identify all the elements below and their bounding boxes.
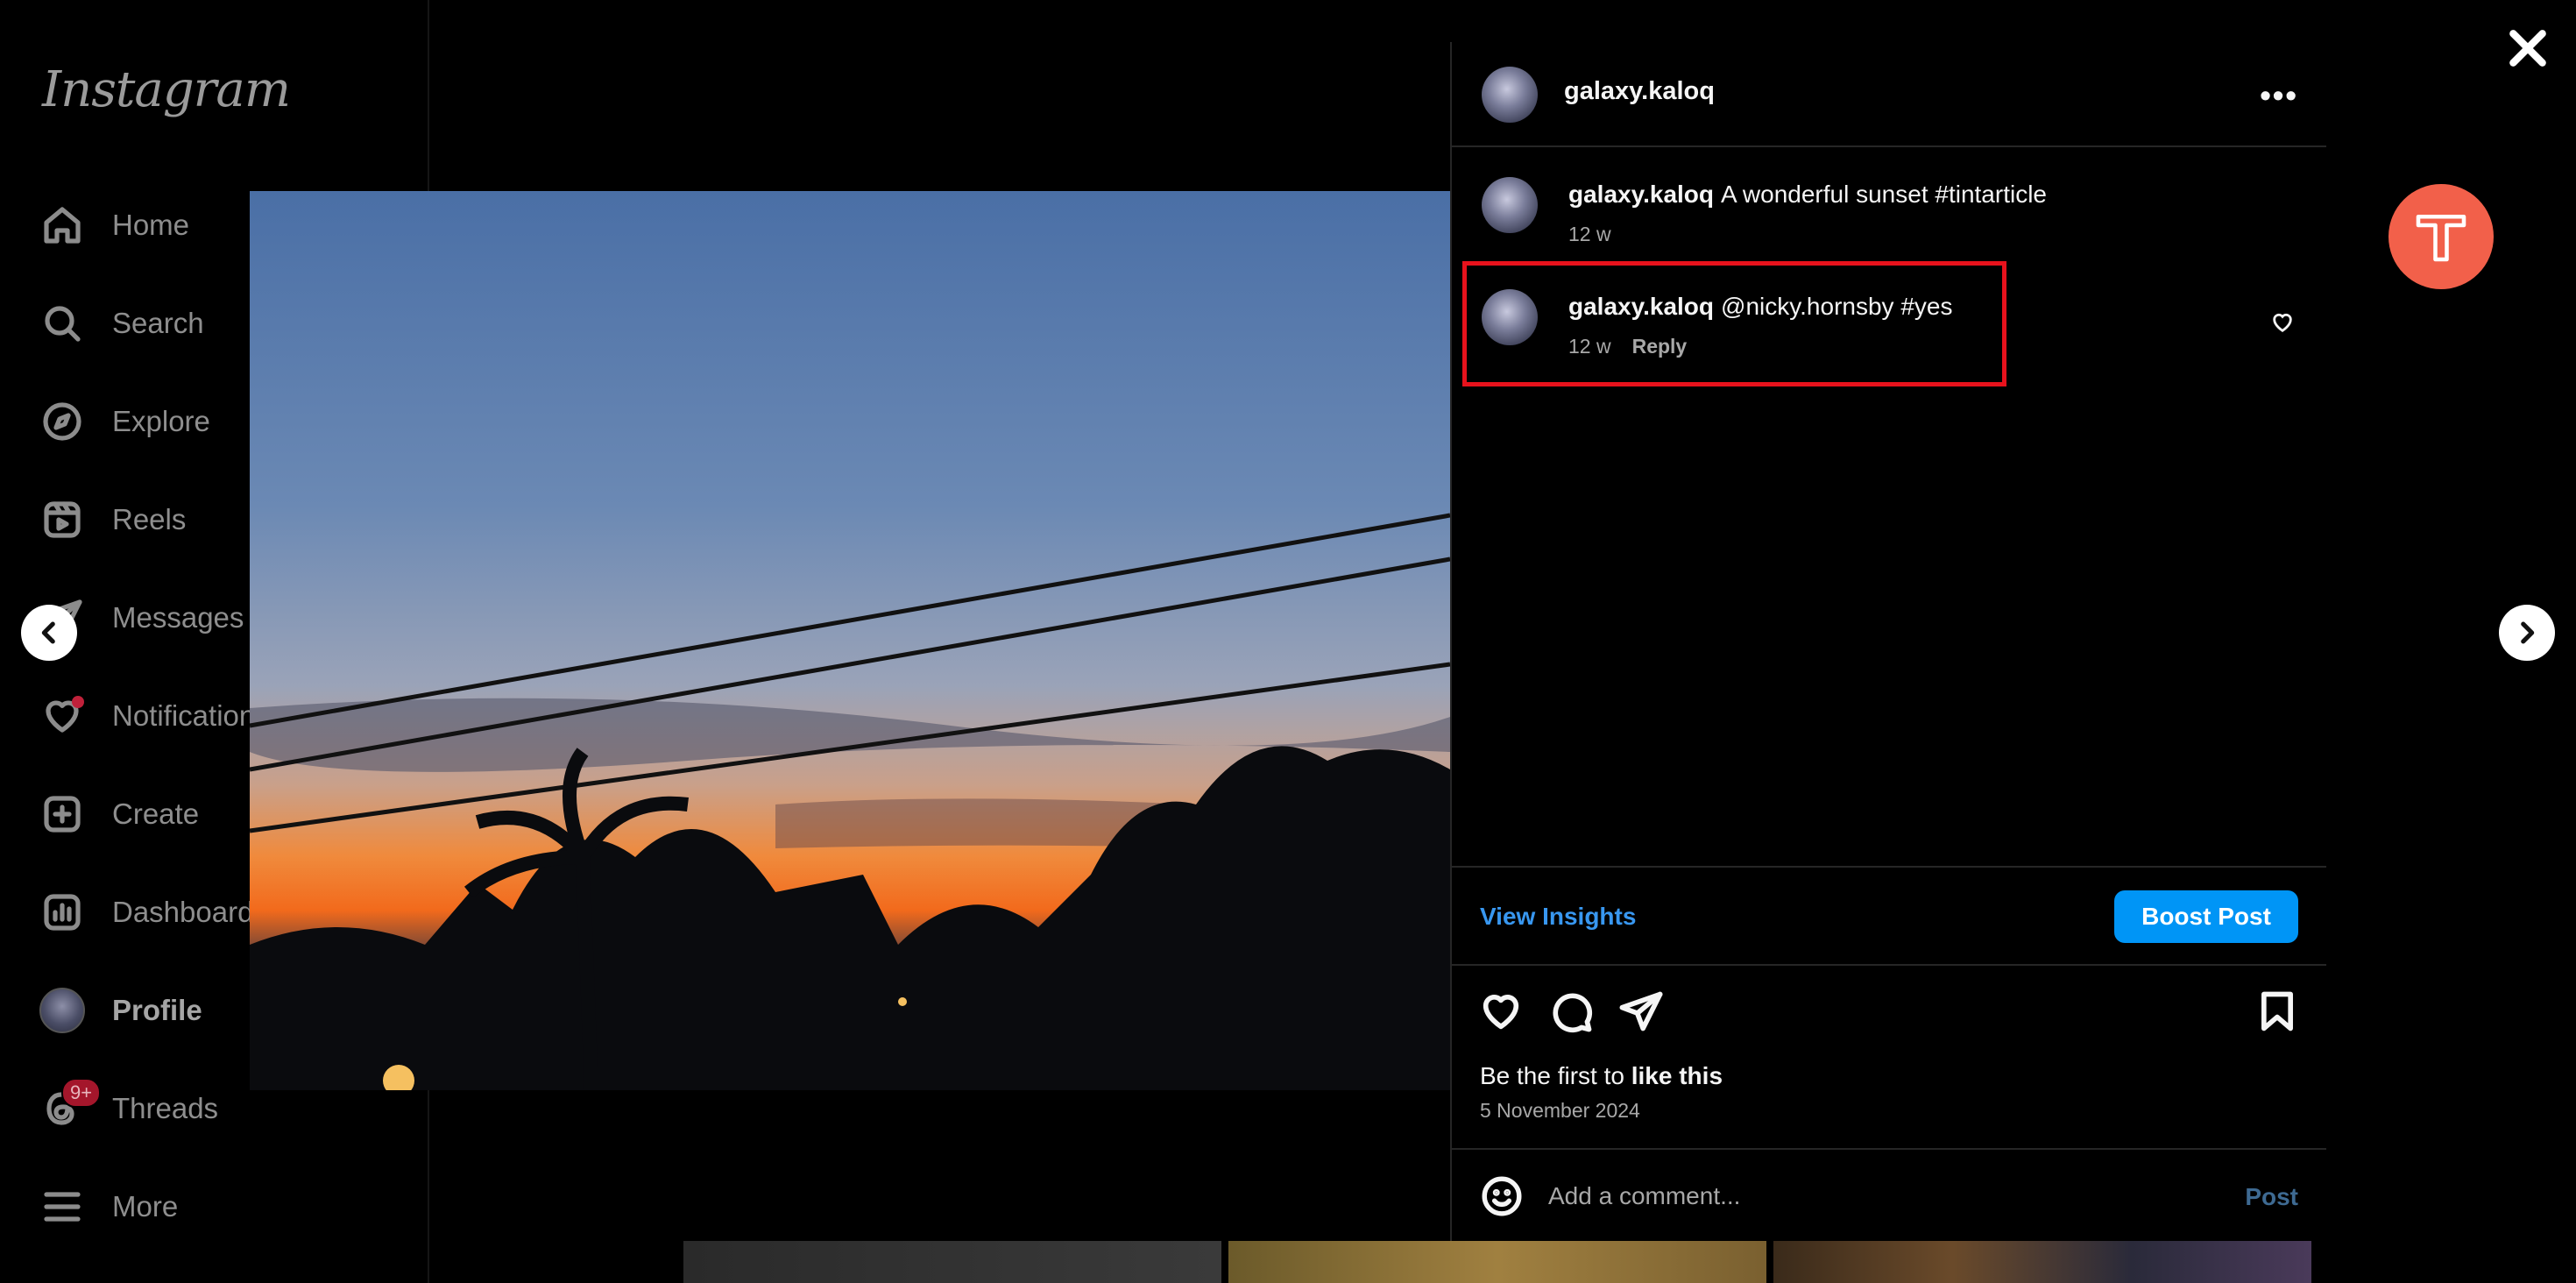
extension-badge-icon[interactable] [2388, 184, 2494, 289]
post-actions [1452, 966, 2326, 1053]
next-post-button[interactable] [2499, 605, 2555, 661]
search-icon [39, 300, 86, 347]
sidebar-item-label: Profile [112, 994, 202, 1026]
caption-body: A wonderful sunset #tintarticle [1721, 181, 2047, 208]
close-icon[interactable] [2506, 26, 2550, 70]
sidebar-item-more[interactable]: More [39, 1176, 424, 1237]
sidebar-item-label: More [112, 1190, 179, 1223]
avatar[interactable] [1482, 177, 1538, 233]
emoji-icon[interactable] [1480, 1174, 1524, 1218]
insights-bar: View Insights Boost Post [1452, 866, 2326, 966]
likes-prefix: Be the first to [1480, 1062, 1624, 1089]
avatar[interactable] [1482, 67, 1538, 123]
boost-post-button[interactable]: Boost Post [2114, 890, 2298, 943]
sidebar-item-label: Reels [112, 503, 187, 535]
post-header: galaxy.kaloq ••• [1452, 42, 2326, 147]
threads-badge: 9+ [61, 1078, 102, 1108]
post-date: 5 November 2024 [1480, 1099, 1640, 1122]
sidebar-item-label: Search [112, 307, 204, 339]
likes-summary: Be the first to like this [1480, 1062, 1723, 1090]
heart-icon [39, 692, 86, 740]
reels-icon [39, 496, 86, 543]
chevron-left-icon [41, 621, 55, 644]
sidebar-item-label: Messages [112, 601, 244, 634]
comment-like-icon[interactable] [2270, 310, 2295, 335]
sidebar-item-label: Create [112, 797, 200, 830]
caption: galaxy.kaloq A wonderful sunset #tintarti… [1452, 177, 2326, 265]
like-icon[interactable] [1478, 989, 1524, 1034]
home-icon [39, 202, 86, 249]
compass-icon [39, 398, 86, 445]
sidebar-item-label: Home [112, 209, 190, 241]
feed-thumbnail[interactable] [1228, 1241, 1766, 1283]
sidebar-item-label: Dashboard [112, 896, 254, 928]
caption-time: 12 w [1568, 223, 1611, 245]
menu-icon [39, 1183, 86, 1230]
view-insights-link[interactable]: View Insights [1480, 903, 1636, 931]
feed-thumbnail[interactable] [1773, 1241, 2311, 1283]
post-author-username[interactable]: galaxy.kaloq [1564, 77, 1715, 106]
highlight-box [1462, 261, 2006, 386]
post-comment-button[interactable]: Post [2245, 1183, 2298, 1211]
sidebar-item-label: Notifications [112, 699, 270, 732]
notification-dot [72, 696, 84, 708]
caption-text: galaxy.kaloq A wonderful sunset #tintarti… [1568, 181, 2047, 209]
comment-icon[interactable] [1548, 989, 1594, 1034]
avatar [39, 987, 86, 1034]
post-details-panel: galaxy.kaloq ••• galaxy.kaloq A wonderful… [1450, 42, 2326, 1241]
save-icon[interactable] [2254, 989, 2300, 1034]
post-photo [250, 191, 1450, 1090]
dashboard-icon [39, 889, 86, 936]
sidebar-item-label: Explore [112, 405, 210, 437]
comment-input[interactable] [1548, 1171, 2205, 1222]
sidebar-item-label: Threads [112, 1092, 219, 1124]
plus-square-icon [39, 790, 86, 838]
like-this-link[interactable]: like this [1631, 1062, 1723, 1089]
feed-thumbnail[interactable] [683, 1241, 1221, 1283]
previous-post-button[interactable] [21, 605, 77, 661]
instagram-logo[interactable]: Instagram [42, 61, 291, 118]
comment-bar: Post [1452, 1148, 2326, 1241]
caption-username[interactable]: galaxy.kaloq [1568, 181, 1714, 208]
chevron-right-icon [2521, 621, 2535, 644]
share-icon[interactable] [1618, 989, 1664, 1034]
threads-icon: 9+ [39, 1078, 102, 1132]
more-options-icon[interactable]: ••• [2260, 77, 2298, 114]
